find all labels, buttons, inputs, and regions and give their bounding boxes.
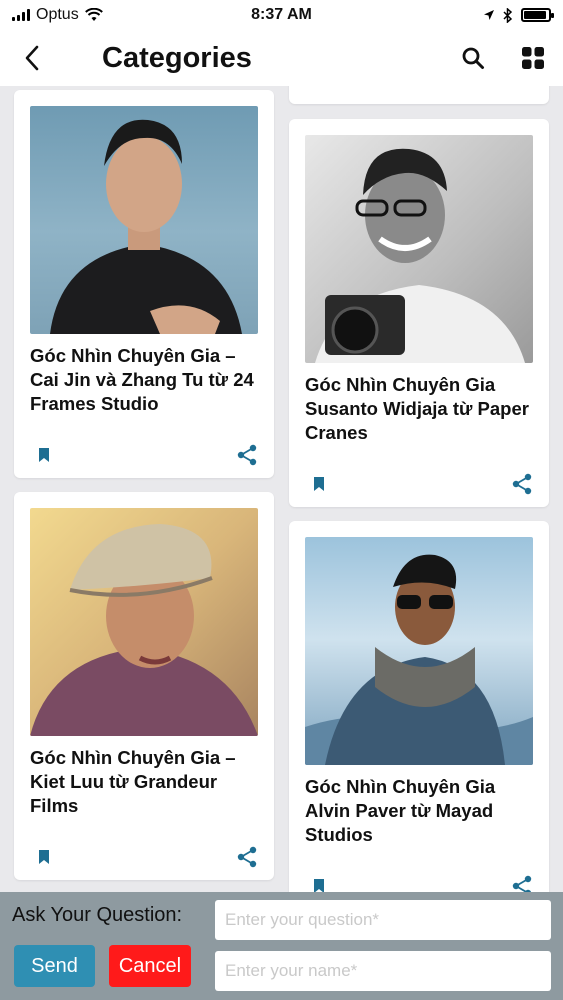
article-card[interactable]: Góc Nhìn Chuyên Gia – Cai Jin và Zhang T… (14, 90, 274, 478)
card-partial[interactable] (289, 86, 549, 104)
app-header: Categories (0, 30, 563, 86)
share-icon[interactable] (511, 473, 533, 495)
signal-icon (12, 9, 30, 21)
share-icon[interactable] (236, 846, 258, 868)
article-thumbnail[interactable] (305, 537, 533, 765)
share-icon[interactable] (236, 444, 258, 466)
bookmark-icon[interactable] (311, 877, 327, 892)
article-card[interactable]: Góc Nhìn Chuyên Gia Susanto Widjaja từ P… (289, 119, 549, 507)
question-bar: Ask Your Question: Send Cancel (0, 892, 563, 1000)
article-thumbnail[interactable] (305, 135, 533, 363)
article-title[interactable]: Góc Nhìn Chuyên Gia Susanto Widjaja từ P… (305, 373, 535, 445)
bookmark-icon[interactable] (311, 475, 327, 493)
portrait-image (305, 554, 533, 765)
search-icon (462, 47, 484, 69)
back-arrow-icon (25, 45, 39, 71)
back-button[interactable] (0, 30, 64, 86)
article-title[interactable]: Góc Nhìn Chuyên Gia – Kiet Luu từ Grande… (30, 746, 260, 818)
bookmark-icon[interactable] (36, 848, 52, 866)
battery-icon (521, 8, 554, 22)
article-title[interactable]: Góc Nhìn Chuyên Gia – Cai Jin và Zhang T… (30, 344, 260, 416)
wifi-icon (84, 8, 103, 21)
grid-view-button[interactable] (503, 30, 563, 86)
carrier-label: Optus (36, 6, 79, 23)
share-icon[interactable] (511, 875, 533, 892)
status-right (483, 7, 554, 23)
page-title: Categories (102, 41, 252, 74)
portrait-image (30, 524, 258, 736)
article-thumbnail[interactable] (30, 508, 258, 736)
question-label: Ask Your Question: (12, 904, 183, 926)
article-card[interactable]: Góc Nhìn Chuyên Gia – Kiet Luu từ Grande… (14, 492, 274, 880)
status-left: Optus (12, 6, 103, 24)
status-bar: Optus 8:37 AM (0, 0, 563, 30)
article-card[interactable]: Góc Nhìn Chuyên Gia Alvin Paver từ Mayad… (289, 521, 549, 892)
send-button[interactable]: Send (14, 945, 95, 987)
grid-icon (522, 47, 544, 69)
question-input[interactable] (215, 900, 551, 940)
bluetooth-icon (503, 7, 513, 23)
status-time: 8:37 AM (251, 6, 312, 23)
portrait-image (315, 148, 525, 363)
bookmark-icon[interactable] (36, 446, 52, 464)
cancel-button[interactable]: Cancel (109, 945, 191, 987)
category-list[interactable]: Góc Nhìn Chuyên Gia – Cai Jin và Zhang T… (0, 86, 563, 892)
location-icon (484, 10, 494, 20)
portrait-image (50, 119, 242, 334)
name-input[interactable] (215, 951, 551, 991)
article-thumbnail[interactable] (30, 106, 258, 334)
article-title[interactable]: Góc Nhìn Chuyên Gia Alvin Paver từ Mayad… (305, 775, 535, 847)
search-button[interactable] (443, 30, 503, 86)
